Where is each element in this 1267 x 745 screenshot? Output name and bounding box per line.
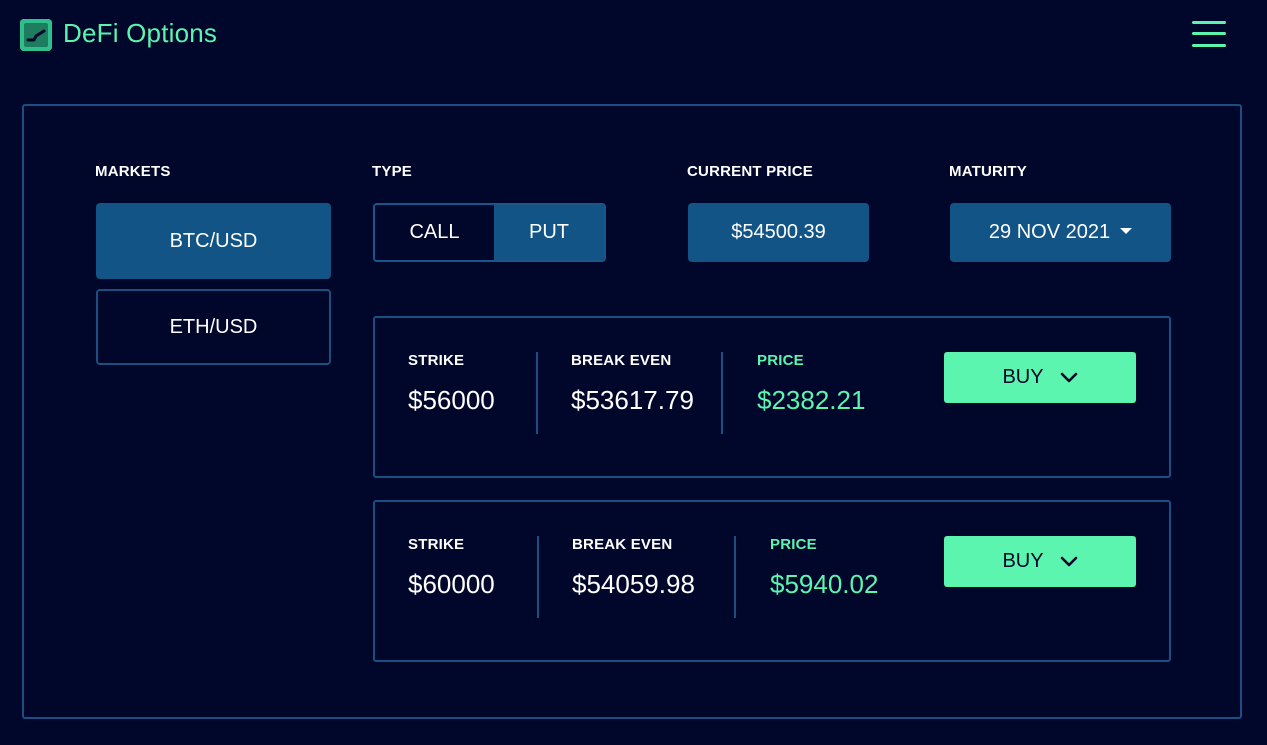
- buy-button[interactable]: BUY: [944, 352, 1136, 403]
- type-label: TYPE: [372, 163, 412, 180]
- caret-down-icon: [1120, 227, 1133, 234]
- option-card: STRIKE $56000 BREAK EVEN $53617.79 PRICE…: [373, 316, 1171, 478]
- strike-label: STRIKE: [408, 536, 465, 553]
- app-title: DeFi Options: [63, 18, 218, 48]
- break-even-label: BREAK EVEN: [572, 536, 673, 553]
- strike-column: STRIKE $60000: [408, 536, 495, 600]
- current-price-value: $54500.39: [688, 203, 869, 262]
- chevron-down-icon: [1060, 372, 1078, 384]
- price-column: PRICE $2382.21: [757, 352, 865, 416]
- break-even-value: $54059.98: [572, 569, 695, 599]
- break-even-column: BREAK EVEN $53617.79: [571, 352, 694, 416]
- top-bar: DeFi Options: [0, 0, 1267, 70]
- chevron-down-icon: [1060, 556, 1078, 568]
- break-even-label: BREAK EVEN: [571, 352, 672, 369]
- break-even-value: $53617.79: [571, 385, 694, 415]
- column-divider: [536, 352, 538, 434]
- buy-button-label: BUY: [1002, 366, 1044, 388]
- maturity-dropdown[interactable]: 29 NOV 2021: [950, 203, 1171, 262]
- buy-button[interactable]: BUY: [944, 536, 1136, 587]
- break-even-column: BREAK EVEN $54059.98: [572, 536, 695, 600]
- strike-column: STRIKE $56000: [408, 352, 495, 416]
- chart-line-icon: [20, 19, 52, 51]
- markets-label: MARKETS: [95, 163, 171, 180]
- type-put-button[interactable]: PUT: [493, 205, 604, 260]
- type-toggle: CALL PUT: [373, 203, 606, 262]
- strike-value: $56000: [408, 385, 495, 415]
- option-card: STRIKE $60000 BREAK EVEN $54059.98 PRICE…: [373, 500, 1171, 662]
- column-divider: [734, 536, 736, 618]
- type-call-button[interactable]: CALL: [375, 205, 494, 260]
- strike-label: STRIKE: [408, 352, 465, 369]
- buy-button-label: BUY: [1002, 550, 1044, 572]
- price-label: PRICE: [757, 352, 804, 369]
- current-price-label: CURRENT PRICE: [687, 163, 813, 180]
- column-divider: [537, 536, 539, 618]
- strike-value: $60000: [408, 569, 495, 599]
- price-value: $2382.21: [757, 385, 866, 415]
- price-value: $5940.02: [770, 569, 879, 599]
- maturity-selected-value: 29 NOV 2021: [988, 221, 1111, 243]
- options-panel: MARKETS BTC/USD ETH/USD TYPE CALL PUT CU…: [22, 104, 1242, 719]
- market-eth-usd-button[interactable]: ETH/USD: [96, 289, 331, 365]
- maturity-label: MATURITY: [949, 163, 1027, 180]
- market-btc-usd-button[interactable]: BTC/USD: [96, 203, 331, 279]
- price-label: PRICE: [770, 536, 817, 553]
- column-divider: [721, 352, 723, 434]
- price-column: PRICE $5940.02: [770, 536, 878, 600]
- hamburger-menu-icon[interactable]: [1192, 20, 1226, 48]
